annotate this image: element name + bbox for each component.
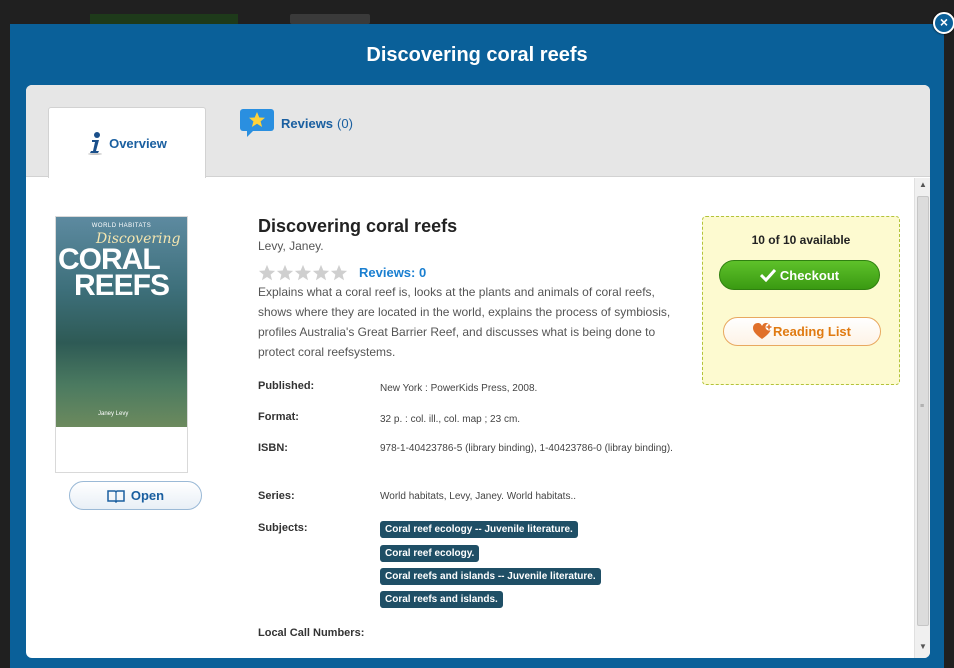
- book-open-icon: [107, 489, 125, 503]
- cover-series: WORLD HABITATS: [91, 223, 152, 229]
- subject-tag[interactable]: Coral reefs and islands -- Juvenile lite…: [380, 568, 601, 585]
- cover-title-line3: REEFS: [74, 269, 170, 302]
- book-cover-image: WORLD HABITATS Discovering CORAL REEFS J…: [56, 217, 187, 427]
- book-cover: WORLD HABITATS Discovering CORAL REEFS J…: [55, 216, 188, 473]
- series-value[interactable]: World habitats, Levy, Janey. World habit…: [380, 488, 680, 506]
- isbn-value: 978-1-40423786-5 (library binding), 1-40…: [380, 443, 673, 454]
- reading-list-label: Reading List: [772, 324, 851, 339]
- scroll-thumb[interactable]: ≡: [917, 196, 929, 626]
- star-speech-icon: [240, 109, 274, 137]
- backdrop-text: [290, 14, 370, 24]
- book-title: Discovering coral reefs: [258, 216, 458, 236]
- open-button[interactable]: Open: [69, 481, 202, 510]
- published-value: New York : PowerKids Press, 2008.: [380, 383, 538, 394]
- series-label: Series:: [258, 490, 295, 502]
- subject-tag[interactable]: Coral reefs and islands.: [380, 591, 503, 608]
- star-icon: [258, 264, 276, 281]
- scroll-down-arrow-icon[interactable]: ▼: [915, 642, 930, 654]
- tab-reviews-label: Reviews: [281, 115, 334, 131]
- checkout-button[interactable]: Checkout: [719, 260, 880, 290]
- subjects-label: Subjects:: [258, 522, 308, 534]
- tab-overview-label: Overview: [109, 135, 167, 151]
- format-value: 32 p. : col. ill., col. map ; 23 cm.: [380, 414, 521, 425]
- published-label: Published:: [258, 380, 315, 392]
- vertical-scrollbar[interactable]: ▲ ≡ ▼: [914, 178, 930, 658]
- subject-tag[interactable]: Coral reef ecology.: [380, 545, 480, 562]
- format-label: Format:: [258, 411, 299, 423]
- checkmark-icon: [759, 268, 776, 282]
- overview-content: WORLD HABITATS Discovering CORAL REEFS J…: [26, 178, 930, 658]
- grip-icon: ≡: [920, 403, 925, 410]
- info-icon: [88, 132, 103, 155]
- availability-text: 10 of 10 available: [751, 233, 851, 247]
- cover-author: Janey Levy: [98, 411, 129, 417]
- availability-box: 10 of 10 available Checkout Reading List: [702, 216, 900, 385]
- close-icon[interactable]: ×: [933, 12, 954, 34]
- tab-reviews-count: (0): [337, 115, 353, 131]
- reading-list-button[interactable]: Reading List: [723, 317, 881, 346]
- star-icon: [330, 264, 348, 281]
- star-icon: [276, 264, 294, 281]
- call-numbers-label: Local Call Numbers:: [258, 627, 365, 639]
- star-icon: [312, 264, 330, 281]
- rating-stars[interactable]: [258, 264, 348, 282]
- item-detail-modal: Discovering coral reefs Overview Reviews…: [10, 24, 944, 668]
- heart-plus-icon: [752, 322, 773, 339]
- star-icon: [294, 264, 312, 281]
- reviews-link[interactable]: Reviews: 0: [359, 265, 426, 280]
- tab-bar: Overview Reviews (0): [26, 85, 930, 178]
- scroll-up-arrow-icon[interactable]: ▲: [915, 180, 930, 192]
- book-author: Levy, Janey.: [258, 239, 324, 253]
- subject-tag[interactable]: Coral reef ecology -- Juvenile literatur…: [380, 521, 578, 538]
- modal-title: Discovering coral reefs: [366, 44, 588, 66]
- book-description: Explains what a coral reef is, looks at …: [258, 285, 671, 359]
- open-button-label: Open: [130, 488, 165, 503]
- isbn-label: ISBN:: [258, 442, 288, 454]
- modal-panel: Overview Reviews (0) WORLD HABITATS Disc…: [26, 85, 930, 658]
- tab-overview[interactable]: Overview: [48, 107, 206, 178]
- tab-reviews[interactable]: Reviews (0): [239, 103, 389, 143]
- checkout-label: Checkout: [779, 267, 840, 283]
